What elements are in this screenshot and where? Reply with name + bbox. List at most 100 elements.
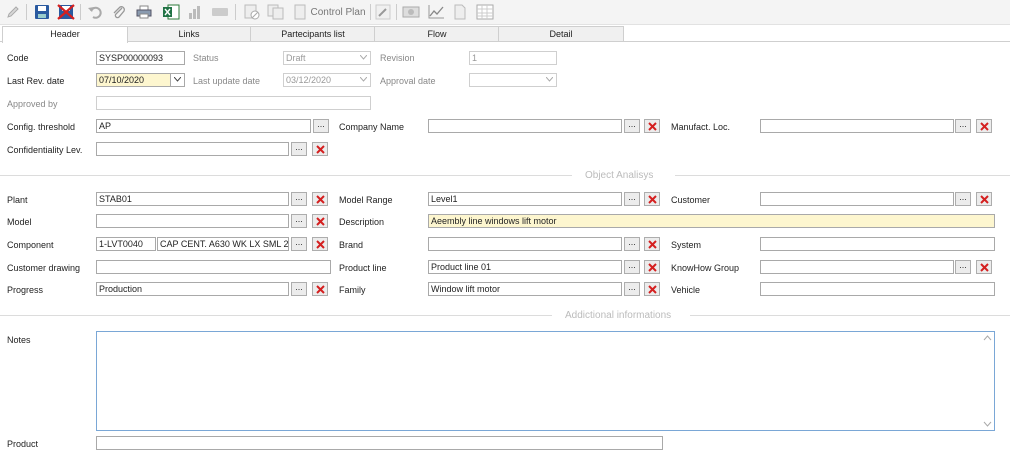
config-threshold-field[interactable]: AP xyxy=(96,119,311,133)
chevron-down-icon[interactable] xyxy=(356,74,370,86)
confidentiality-field[interactable] xyxy=(96,142,289,156)
chevron-down-icon[interactable] xyxy=(356,52,370,64)
family-clear-button[interactable] xyxy=(644,282,660,296)
family-browse-button[interactable]: ... xyxy=(624,282,640,296)
plant-field[interactable]: STAB01 xyxy=(96,192,289,206)
tab-links[interactable]: Links xyxy=(126,26,252,42)
customer-drawing-label: Customer drawing xyxy=(7,263,81,273)
company-name-field[interactable] xyxy=(428,119,622,133)
progress-browse-button[interactable]: ... xyxy=(291,282,307,296)
edit-icon[interactable] xyxy=(4,3,22,21)
model-clear-button[interactable] xyxy=(312,214,328,228)
customer-browse-button[interactable]: ... xyxy=(955,192,971,206)
knowhow-group-clear-button[interactable] xyxy=(976,260,992,274)
undo-icon[interactable] xyxy=(86,3,104,21)
system-field[interactable] xyxy=(760,237,995,251)
close-icon xyxy=(315,216,325,226)
code-label: Code xyxy=(7,53,29,63)
close-icon xyxy=(647,262,657,272)
component-clear-button[interactable] xyxy=(312,237,328,251)
approved-by-label: Approved by xyxy=(7,99,58,109)
notes-label: Notes xyxy=(7,335,31,345)
family-label: Family xyxy=(339,285,366,295)
code-field[interactable]: SYSP00000093 xyxy=(96,51,185,65)
vehicle-field[interactable] xyxy=(760,282,995,296)
print-icon[interactable] xyxy=(135,3,153,21)
product-line-field[interactable]: Product line 01 xyxy=(428,260,622,274)
product-line-browse-button[interactable]: ... xyxy=(624,260,640,274)
product-field[interactable] xyxy=(96,436,663,450)
knowhow-group-field[interactable] xyxy=(760,260,954,274)
component-code-field[interactable]: 1-LVT0040 xyxy=(96,237,156,251)
plant-clear-button[interactable] xyxy=(312,192,328,206)
last-rev-date-field[interactable]: 07/10/2020 xyxy=(96,73,185,87)
copy-icon[interactable] xyxy=(266,3,286,21)
last-update-field[interactable]: 03/12/2020 xyxy=(283,73,371,87)
status-label: Status xyxy=(193,53,219,63)
brand-clear-button[interactable] xyxy=(644,237,660,251)
cancel-icon[interactable] xyxy=(242,3,262,21)
plant-browse-button[interactable]: ... xyxy=(291,192,307,206)
component-label: Component xyxy=(7,240,54,250)
notes-scrollbar[interactable] xyxy=(982,333,993,429)
component-desc-field[interactable]: CAP CENT. A630 WK LX SML 20 xyxy=(157,237,289,251)
notes-textarea[interactable] xyxy=(96,331,995,431)
chevron-down-icon[interactable] xyxy=(542,74,556,86)
line-chart-icon[interactable] xyxy=(426,3,446,21)
model-range-browse-button[interactable]: ... xyxy=(624,192,640,206)
product-line-clear-button[interactable] xyxy=(644,260,660,274)
approval-date-field[interactable] xyxy=(469,73,557,87)
customer-drawing-field[interactable] xyxy=(96,260,331,274)
customer-field[interactable] xyxy=(760,192,954,206)
model-field[interactable] xyxy=(96,214,289,228)
company-name-browse-button[interactable]: ... xyxy=(624,119,640,133)
tab-partecipants[interactable]: Partecipants list xyxy=(250,26,376,42)
progress-field[interactable]: Production xyxy=(96,282,289,296)
save-icon[interactable] xyxy=(33,3,51,21)
component-browse-button[interactable]: ... xyxy=(291,237,307,251)
tab-detail[interactable]: Detail xyxy=(498,26,624,42)
document-icon[interactable] xyxy=(451,3,469,21)
description-field[interactable]: Aeembly line windows lift motor xyxy=(428,214,995,228)
knowhow-group-browse-button[interactable]: ... xyxy=(955,260,971,274)
tab-flow[interactable]: Flow xyxy=(374,26,500,42)
brand-field[interactable] xyxy=(428,237,622,251)
confidentiality-clear-button[interactable] xyxy=(312,142,328,156)
model-range-field[interactable]: Level1 xyxy=(428,192,622,206)
customer-clear-button[interactable] xyxy=(976,192,992,206)
chevron-down-icon[interactable] xyxy=(170,74,184,86)
wrench-icon[interactable] xyxy=(374,3,392,21)
confidentiality-browse-button[interactable]: ... xyxy=(291,142,307,156)
product-label: Product xyxy=(7,439,39,449)
tab-divider xyxy=(0,41,1010,42)
excel-icon[interactable] xyxy=(161,3,181,21)
knowhow-group-label: KnowHow Group xyxy=(671,263,740,273)
disabled-icon[interactable] xyxy=(210,3,230,21)
control-plan-icon[interactable] xyxy=(292,3,308,21)
company-name-clear-button[interactable] xyxy=(644,119,660,133)
close-icon xyxy=(979,194,989,204)
status-select[interactable]: Draft xyxy=(283,51,371,65)
brand-browse-button[interactable]: ... xyxy=(624,237,640,251)
approval-date-label: Approval date xyxy=(380,76,436,86)
control-plan-button[interactable]: Control Plan xyxy=(310,3,366,21)
approved-by-field[interactable] xyxy=(96,96,371,110)
config-threshold-browse-button[interactable]: ... xyxy=(313,119,329,133)
report-icon[interactable] xyxy=(401,3,421,21)
progress-label: Progress xyxy=(7,285,44,295)
family-field[interactable]: Window lift motor xyxy=(428,282,622,296)
progress-clear-button[interactable] xyxy=(312,282,328,296)
manufact-loc-browse-button[interactable]: ... xyxy=(955,119,971,133)
model-browse-button[interactable]: ... xyxy=(291,214,307,228)
attach-icon[interactable] xyxy=(110,3,128,21)
delete-save-icon[interactable] xyxy=(56,3,76,21)
model-range-clear-button[interactable] xyxy=(644,192,660,206)
grid-icon[interactable] xyxy=(475,3,495,21)
model-label: Model xyxy=(7,217,32,227)
tab-header[interactable]: Header xyxy=(2,26,128,43)
chart-icon[interactable] xyxy=(186,3,204,21)
close-icon xyxy=(315,284,325,294)
manufact-loc-clear-button[interactable] xyxy=(976,119,992,133)
manufact-loc-field[interactable] xyxy=(760,119,954,133)
revision-field[interactable]: 1 xyxy=(469,51,557,65)
